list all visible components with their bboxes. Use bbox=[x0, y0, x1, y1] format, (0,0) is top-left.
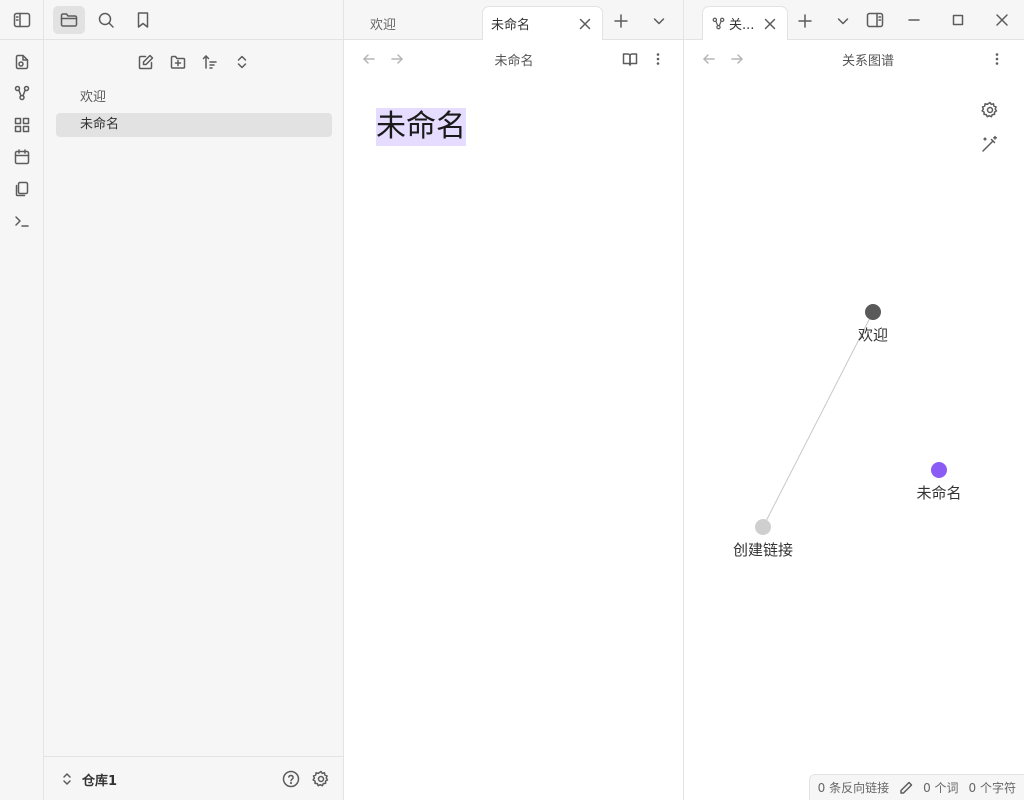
graph-tab-icon bbox=[712, 17, 725, 30]
backlinks-count[interactable]: 0 条反向链接 bbox=[818, 779, 889, 796]
word-count: 0 个词 bbox=[923, 781, 959, 795]
tab-list-chevron-down-icon[interactable] bbox=[646, 8, 672, 34]
graph-node-create-link[interactable]: 创建链接 bbox=[733, 519, 793, 559]
toggle-right-sidebar-icon[interactable] bbox=[862, 7, 888, 33]
file-nav-actions bbox=[44, 48, 344, 76]
char-count: 0 个字符 bbox=[968, 781, 1016, 795]
graph-edge bbox=[762, 311, 874, 528]
graph-canvas[interactable]: 欢迎 未命名 创建链接 bbox=[684, 78, 1024, 758]
graph-node-dot bbox=[865, 304, 881, 320]
bookmarks-tab-bookmark-icon[interactable] bbox=[127, 6, 159, 34]
view-header-title: 关系图谱 bbox=[841, 54, 894, 69]
tab-graph[interactable]: 关... bbox=[702, 6, 788, 40]
files-tab-folder-icon[interactable] bbox=[53, 6, 85, 34]
tab-label: 关... bbox=[729, 18, 755, 33]
new-tab-plus-icon[interactable] bbox=[608, 8, 634, 34]
graph-pane-right: 关... 关系图谱 欢迎 未命名 创建链接 0 条反向链接 0 个词 0 个字符 bbox=[684, 0, 1024, 800]
vault-switcher[interactable]: 仓库1 bbox=[60, 768, 117, 790]
view-header-title[interactable]: 未命名 bbox=[444, 50, 584, 69]
new-folder-icon[interactable] bbox=[164, 48, 192, 76]
graph-node-label: 欢迎 bbox=[858, 326, 888, 344]
collapse-all-icon[interactable] bbox=[228, 48, 256, 76]
ribbon bbox=[0, 0, 44, 800]
tab-list-chevron-down-icon[interactable] bbox=[830, 8, 856, 34]
file-tree-item[interactable]: 欢迎 bbox=[56, 86, 332, 110]
view-header-left: 未命名 bbox=[344, 40, 683, 78]
editor-pane-left: 欢迎 未命名 未命名 未命名 bbox=[344, 0, 684, 800]
maximize-window-icon[interactable] bbox=[936, 6, 980, 34]
more-options-icon[interactable] bbox=[645, 46, 671, 72]
tab-label: 欢迎 bbox=[370, 17, 397, 33]
vault-name: 仓库1 bbox=[82, 773, 118, 789]
tab-bar-left: 欢迎 未命名 bbox=[344, 0, 683, 40]
graph-node-label: 创建链接 bbox=[733, 541, 793, 559]
search-tab-search-icon[interactable] bbox=[90, 6, 122, 34]
new-note-icon[interactable] bbox=[132, 48, 160, 76]
close-tab-icon[interactable] bbox=[757, 11, 783, 37]
close-window-icon[interactable] bbox=[980, 6, 1024, 34]
graph-view-icon[interactable] bbox=[10, 81, 34, 105]
new-tab-plus-icon[interactable] bbox=[792, 8, 818, 34]
sidebar-tab-header bbox=[44, 0, 344, 40]
minimize-window-icon[interactable] bbox=[892, 6, 936, 34]
forward-arrow-icon[interactable] bbox=[384, 46, 410, 72]
graph-node-dot bbox=[931, 462, 947, 478]
reading-view-book-icon[interactable] bbox=[617, 46, 643, 72]
close-tab-icon[interactable] bbox=[572, 11, 598, 37]
daily-note-icon[interactable] bbox=[10, 145, 34, 169]
canvas-icon[interactable] bbox=[10, 113, 34, 137]
vault-bar: 仓库1 bbox=[44, 756, 344, 800]
graph-node-welcome[interactable]: 欢迎 bbox=[858, 304, 888, 344]
edit-mode-pencil-icon[interactable] bbox=[899, 781, 913, 795]
view-header-right: 关系图谱 bbox=[684, 40, 1024, 78]
file-tree: 欢迎 未命名 bbox=[56, 86, 332, 140]
file-explorer-sidebar: 欢迎 未命名 仓库1 bbox=[44, 0, 344, 800]
file-tree-item-active[interactable]: 未命名 bbox=[56, 113, 332, 137]
toggle-sidebar-icon[interactable] bbox=[10, 8, 34, 32]
graph-node-untitled[interactable]: 未命名 bbox=[916, 462, 962, 502]
forward-arrow-icon[interactable] bbox=[724, 46, 750, 72]
open-quick-switcher-icon[interactable] bbox=[10, 50, 34, 74]
tab-welcome[interactable]: 欢迎 bbox=[362, 6, 482, 40]
more-options-icon[interactable] bbox=[984, 46, 1010, 72]
tab-label: 未命名 bbox=[491, 18, 531, 33]
terminal-icon[interactable] bbox=[10, 209, 34, 233]
status-bar: 0 条反向链接 0 个词 0 个字符 bbox=[808, 774, 1024, 800]
back-arrow-icon[interactable] bbox=[696, 46, 722, 72]
graph-node-label: 未命名 bbox=[916, 484, 961, 502]
tab-bar-right: 关... bbox=[684, 0, 1024, 40]
chevron-updown-icon bbox=[63, 773, 71, 785]
app-window: 欢迎 未命名 仓库1 欢迎 未命名 未命名 未命名 关... 关系图谱 欢迎 未… bbox=[0, 0, 1024, 800]
ribbon-top bbox=[0, 0, 44, 40]
tab-untitled[interactable]: 未命名 bbox=[482, 6, 603, 40]
note-inline-title[interactable]: 未命名 bbox=[376, 108, 466, 146]
help-icon[interactable] bbox=[280, 768, 302, 790]
settings-gear-icon[interactable] bbox=[310, 768, 332, 790]
graph-node-dot bbox=[755, 519, 771, 535]
templates-icon[interactable] bbox=[10, 177, 34, 201]
sort-order-icon[interactable] bbox=[196, 48, 224, 76]
back-arrow-icon[interactable] bbox=[356, 46, 382, 72]
